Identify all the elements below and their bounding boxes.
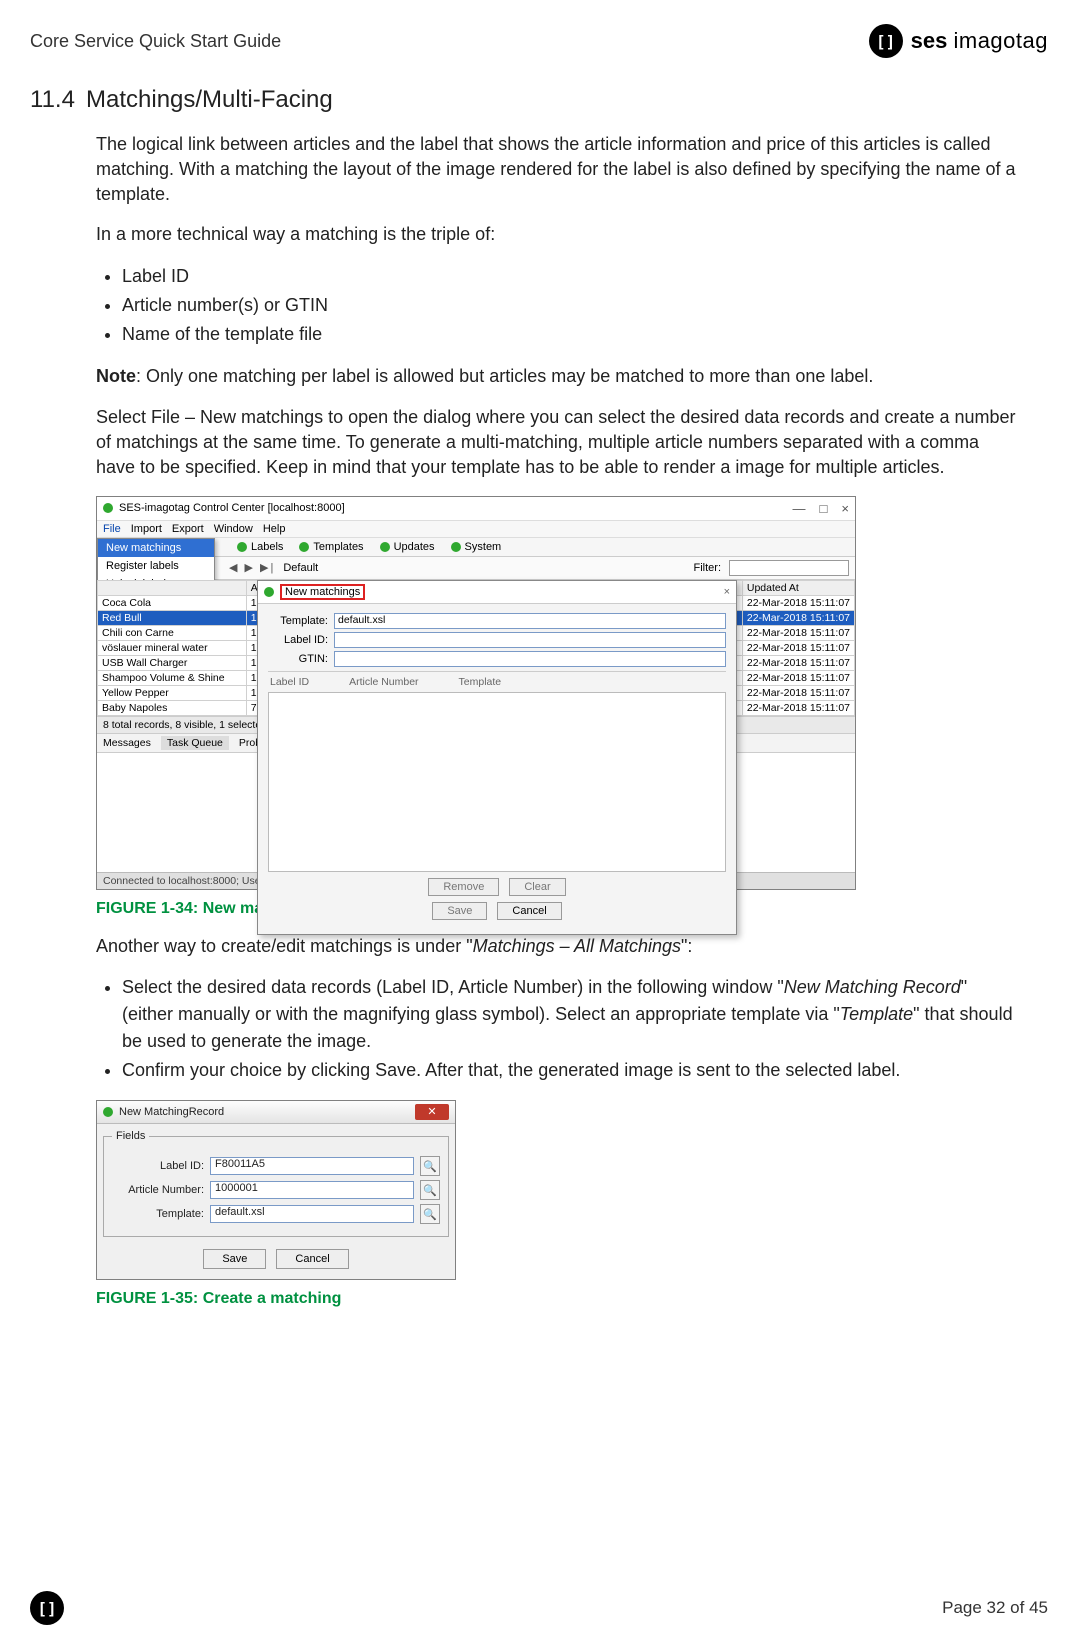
gtin-input[interactable] [334,651,726,667]
tab-system[interactable]: System [465,541,502,553]
col-updated[interactable]: Updated At [742,580,854,595]
maximize-button[interactable]: □ [820,501,828,516]
menu-item-register-labels[interactable]: Register labels [98,557,214,575]
clear-button[interactable]: Clear [509,878,565,896]
gtin-label: GTIN: [268,653,328,665]
filter-label: Filter: [694,562,722,574]
search-icon[interactable]: 🔍 [420,1156,440,1176]
dot-icon [237,542,247,552]
dot-icon [103,1107,113,1117]
paragraph: Another way to create/edit matchings is … [96,934,1016,959]
close-icon[interactable]: × [724,586,730,598]
labelid-input[interactable] [334,632,726,648]
dot-icon [451,542,461,552]
tab-labels[interactable]: Labels [251,541,283,553]
default-label: Default [283,562,318,574]
tab-task-queue[interactable]: Task Queue [161,736,229,750]
text: Select the desired data records (Label I… [122,977,784,997]
app-icon [103,503,113,513]
section-heading: 11.4Matchings/Multi-Facing [30,86,1048,114]
col-labelid: Label ID [270,676,309,688]
dialog-title: New MatchingRecord [119,1106,224,1118]
nav-buttons[interactable]: ◀ ▶ ▶| [229,561,275,574]
figure-caption: FIGURE 1-35: Create a matching [96,1290,1016,1308]
dot-icon [380,542,390,552]
figure-screenshot-new-matching-record: New MatchingRecord ✕ Fields Label ID: F8… [96,1100,456,1280]
brand-logo: [] ses imagotag [869,24,1048,58]
document-title: Core Service Quick Start Guide [30,31,281,52]
note-label: Note [96,366,136,386]
template-input[interactable]: default.xsl [334,613,726,629]
text: ": [681,936,692,956]
remove-button[interactable]: Remove [428,878,499,896]
template-input[interactable]: default.xsl [210,1205,414,1223]
triple-list: Label ID Article number(s) or GTIN Name … [122,263,1016,348]
matching-list[interactable] [268,692,726,872]
paragraph: The logical link between articles and th… [96,132,1016,206]
brand-text-bold: ses [911,28,948,53]
menu-import[interactable]: Import [131,523,162,535]
menu-item-new-matchings[interactable]: New matchings [98,539,214,557]
window-title: SES-imagotag Control Center [localhost:8… [119,502,345,514]
dialog-title: New matchings [280,584,365,600]
cancel-button[interactable]: Cancel [276,1249,348,1269]
new-matchings-dialog: New matchings × Template: default.xsl La… [257,580,737,935]
list-item: Select the desired data records (Label I… [122,974,1016,1055]
dot-icon [299,542,309,552]
article-grid[interactable]: Article Number Per… Sale Updated At Coca… [97,580,855,716]
labelid-label: Label ID: [268,634,328,646]
note: Note: Only one matching per label is all… [96,364,1016,389]
section-number: 11.4 [30,86,86,114]
emphasis: Template [840,1004,913,1024]
list-item: Confirm your choice by clicking Save. Af… [122,1057,1016,1084]
text: Another way to create/edit matchings is … [96,936,473,956]
section-title: Matchings/Multi-Facing [86,86,333,113]
note-text: : Only one matching per label is allowed… [136,366,873,386]
dot-icon [264,587,274,597]
list-item: Label ID [122,263,1016,290]
cancel-button[interactable]: Cancel [497,902,561,920]
figure-screenshot-new-matchings: SES-imagotag Control Center [localhost:8… [96,496,856,890]
tab-messages[interactable]: Messages [103,737,151,749]
search-icon[interactable]: 🔍 [420,1180,440,1200]
brand-text-thin: imagotag [953,28,1048,53]
window-titlebar: SES-imagotag Control Center [localhost:8… [97,497,855,521]
emphasis: New Matching Record [784,977,961,997]
menu-help[interactable]: Help [263,523,286,535]
list-item: Article number(s) or GTIN [122,292,1016,319]
close-button[interactable]: × [841,501,849,516]
steps-list: Select the desired data records (Label I… [122,974,1016,1084]
save-button[interactable]: Save [432,902,487,920]
col-article-number: Article Number [349,676,418,688]
brand-icon: [] [869,24,903,58]
page-number: Page 32 of 45 [942,1598,1048,1618]
paragraph: Select File – New matchings to open the … [96,405,1016,479]
fields-legend: Fields [112,1130,149,1142]
status-records: 8 total records, 8 visible, 1 selected [103,719,267,731]
menu-file[interactable]: File [103,523,121,535]
labelid-input[interactable]: F80011A5 [210,1157,414,1175]
close-button[interactable]: ✕ [415,1104,449,1120]
filter-input[interactable] [729,560,849,576]
search-icon[interactable]: 🔍 [420,1204,440,1224]
labelid-label: Label ID: [112,1160,204,1172]
paragraph: In a more technical way a matching is th… [96,222,1016,247]
save-button[interactable]: Save [203,1249,266,1269]
menu-export[interactable]: Export [172,523,204,535]
list-item: Name of the template file [122,321,1016,348]
emphasis: Matchings – All Matchings [473,936,681,956]
minimize-button[interactable]: — [793,501,806,516]
footer-brand-icon: [] [30,1591,64,1625]
menu-window[interactable]: Window [214,523,253,535]
tab-templates[interactable]: Templates [313,541,363,553]
menubar: File Import Export Window Help [97,521,855,538]
col-template: Template [459,676,502,688]
article-number-label: Article Number: [112,1184,204,1196]
template-label: Template: [268,615,328,627]
article-number-input[interactable]: 1000001 [210,1181,414,1199]
template-label: Template: [112,1208,204,1220]
tab-updates[interactable]: Updates [394,541,435,553]
